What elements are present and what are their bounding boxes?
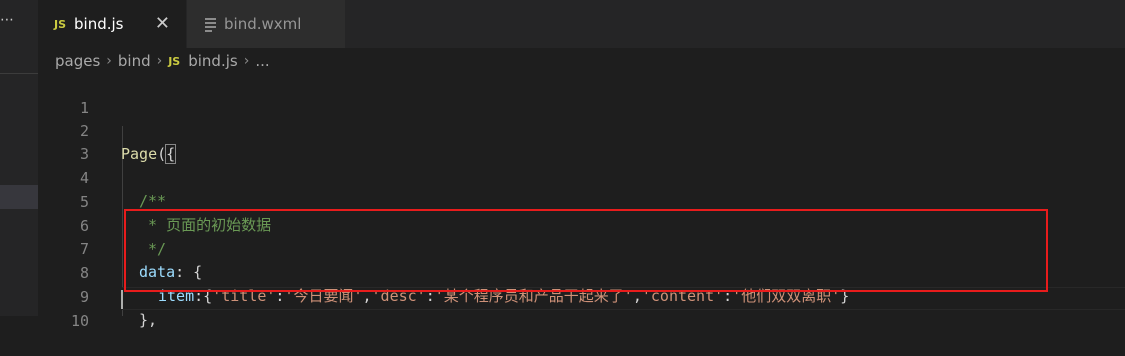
code-line: 4 /** <box>38 144 1125 210</box>
annotation-highlight-box <box>124 209 1048 292</box>
text-cursor <box>121 290 123 309</box>
editor-tab-bar: JS bind.js ✕ bind.wxml <box>38 0 1125 48</box>
text-file-icon <box>205 17 216 32</box>
javascript-file-icon: JS <box>54 17 67 31</box>
code-line: 5 * 页面的初始数据 <box>38 168 1125 234</box>
code-line: 1 <box>38 74 1125 117</box>
chevron-right-icon: › <box>243 53 250 69</box>
code-text: }, <box>139 311 158 329</box>
tab-label: bind.wxml <box>224 15 302 33</box>
chevron-right-icon: › <box>106 53 112 69</box>
tab-label: bind.js <box>74 15 124 33</box>
tab-bind-wxml[interactable]: bind.wxml <box>187 0 345 48</box>
javascript-file-icon: JS <box>168 54 181 68</box>
breadcrumb-item-pages[interactable]: pages <box>55 52 100 70</box>
breadcrumb-item-more[interactable]: ... <box>255 52 269 70</box>
sidebar-divider <box>0 73 38 74</box>
activity-bar: ⋯ <box>0 0 38 316</box>
sidebar-selected-item[interactable] <box>0 185 38 209</box>
breadcrumb-item-bind[interactable]: bind <box>118 52 151 70</box>
chevron-right-icon: › <box>156 53 163 69</box>
indent-guide <box>122 310 123 316</box>
code-line: 3 <box>38 120 1125 163</box>
more-actions-icon[interactable]: ⋯ <box>0 12 15 28</box>
line-number: 10 <box>70 312 89 330</box>
tab-bind-js[interactable]: JS bind.js ✕ <box>38 0 186 48</box>
breadcrumb: pages › bind › JS bind.js › ... <box>55 50 270 72</box>
breadcrumb-item-file[interactable]: bind.js <box>188 52 237 70</box>
close-icon[interactable]: ✕ <box>155 13 170 34</box>
code-line: 2 Page({ <box>38 97 1125 164</box>
